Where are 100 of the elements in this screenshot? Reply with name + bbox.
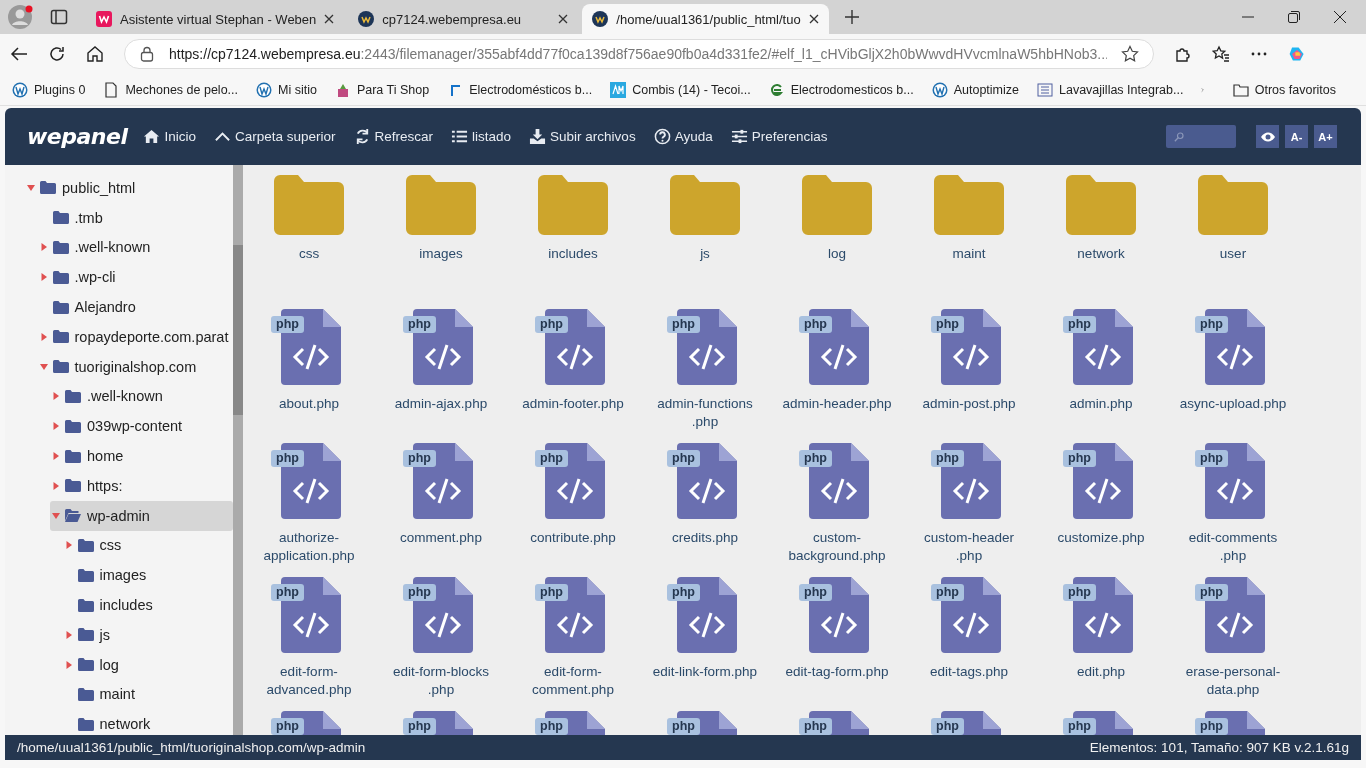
tab-actions-icon[interactable] [50,8,68,26]
copilot-icon[interactable] [1288,45,1306,63]
restore-icon[interactable] [1288,11,1300,23]
view-toggle-button[interactable] [1256,125,1279,148]
tree-item[interactable]: .wp-cli [37,262,233,293]
tree-item[interactable]: wp-admin [50,500,233,531]
toolbar-button[interactable]: Inicio [143,128,196,145]
toolbar-button[interactable]: Preferencias [730,128,828,145]
caret-right-icon[interactable] [52,392,60,401]
font-size-button[interactable]: A- [1285,125,1308,148]
page-icon [103,81,120,98]
folder-icon [65,389,81,403]
browser-tab[interactable]: /home/uual1361/public_html/tuo [582,4,829,34]
file-name: maint [951,245,987,263]
file-type-label: php [1195,450,1228,467]
folder-icon [1198,175,1268,235]
site-logo-icon [96,11,112,27]
caret-right-icon[interactable] [52,481,60,490]
folder-icon [77,538,94,552]
caret-right-icon[interactable] [39,273,48,282]
tree-item[interactable]: images [62,560,233,591]
folder-icon [52,300,69,314]
tree-item[interactable]: public_html [25,173,233,203]
bookmark[interactable]: Plugins 0 [12,81,86,98]
tree-item[interactable]: home [50,441,233,471]
caret-down-icon[interactable] [39,362,48,371]
star-icon[interactable] [1121,45,1139,63]
bookmark[interactable]: Autoptimize [931,81,1019,98]
bookmark[interactable]: Para Ti Shop [334,81,430,98]
close-icon[interactable] [808,14,819,24]
tree-item[interactable]: includes [62,590,233,620]
back-icon[interactable] [10,45,28,63]
puzzle-icon[interactable] [1174,45,1192,63]
file-name: admin-ajax.php [393,395,489,413]
caret-right-icon[interactable] [39,243,48,252]
file-type-label: php [931,718,964,735]
folder-icon [802,175,872,235]
tree-item[interactable]: Alejandro [37,292,233,322]
address-bar[interactable]: https://cp7124.webempresa.eu:2443/filemanager/355abf4dd77f0ca139d8f756ae90fb0a4d331fe2/#elf_l1_cHVibGljX2h0bWwvdHVvcmlnaW5hbHNob3... [124,39,1154,69]
close-icon[interactable] [558,14,569,24]
toolbar-button[interactable]: Carpeta superior [214,128,336,145]
tree-item[interactable]: .well-known [50,381,233,412]
caret-right-icon[interactable] [64,660,73,669]
bookmark[interactable]: Mechones de pelo... [103,81,238,98]
help-icon [653,128,671,145]
tree-item[interactable]: ropaydeporte.com.parat [37,322,233,352]
toolbar-button[interactable]: Subir archivos [529,128,636,145]
bookmark-label: Plugins 0 [34,82,86,97]
folder-icon [670,175,740,235]
folder-icon [77,628,94,642]
search-field[interactable] [1166,125,1236,148]
caret-down-icon[interactable] [52,511,60,520]
tree-item[interactable]: tuoriginalshop.com [37,351,233,382]
tab-title: /home/uual1361/public_html/tuo [616,11,801,27]
file-name: customize.php [1056,529,1146,547]
tree-item[interactable]: css [62,530,233,561]
sliders-icon [730,128,748,145]
tree-item[interactable]: network [62,709,233,735]
caret-right-icon[interactable] [64,630,73,639]
bookmark-label: Para Ti Shop [356,82,430,97]
browser-tab[interactable]: Asistente virtual Stephan - Weben [86,4,345,34]
tree-item[interactable]: log [62,649,233,680]
tree-item[interactable]: .well-known [37,232,233,263]
caret-right-icon[interactable] [52,422,60,431]
file-type-label: php [1195,718,1228,735]
toolbar-button[interactable]: listado [451,128,512,145]
bookmark-folder[interactable]: Otros favoritos [1232,81,1336,98]
browser-tab[interactable]: cp7124.webempresa.eu [348,4,579,34]
close-icon[interactable] [1334,11,1346,23]
folder-icon [77,658,94,672]
reload-icon[interactable] [48,45,66,63]
file-type-label: php [403,584,436,601]
bookmark[interactable]: Lavavajillas Integrab... [1037,81,1184,98]
tree-item[interactable]: 039wp-content [50,411,233,442]
user-avatar-icon[interactable] [8,4,34,30]
toolbar-button[interactable]: Ayuda [653,128,713,145]
toolbar-button[interactable]: Refrescar [353,128,434,145]
close-icon[interactable] [324,14,335,24]
font-size-button[interactable]: A+ [1314,125,1337,148]
bookmark[interactable]: Combis (14) - Tecoi... [610,81,751,98]
bookmark[interactable]: Mi sitio [256,81,317,98]
file-name: edit-link-form.php [651,663,759,681]
home-icon[interactable] [86,45,104,63]
folder-icon [52,330,69,344]
caret-down-icon[interactable] [27,183,35,192]
file-type-label: php [403,450,436,467]
caret-right-icon[interactable] [52,452,60,461]
tree-item[interactable]: https: [50,470,233,501]
tree-item[interactable]: js [62,619,233,650]
caret-right-icon[interactable] [64,541,73,550]
file-type-label: php [931,316,964,333]
caret-right-icon[interactable] [39,332,48,341]
wordpress-logo-icon [931,81,948,98]
bookmark[interactable]: Electrodomésticos b... [447,81,593,98]
url-text: https://cp7124.webempresa.eu:2443/filemanager/355abf4dd77f0ca139d8f756ae90fb0a4d331fe2/#elf_l1_cHVibGljX2h0bWwvdHVvcmlnaW5hbHNob3... [169,46,1107,62]
favorites-icon[interactable] [1212,45,1230,63]
bookmark[interactable]: Electrodomesticos b... [768,81,914,98]
tree-item[interactable]: maint [62,679,233,710]
tree-item[interactable]: .tmb [37,202,233,233]
new-tab-icon[interactable] [844,10,859,24]
